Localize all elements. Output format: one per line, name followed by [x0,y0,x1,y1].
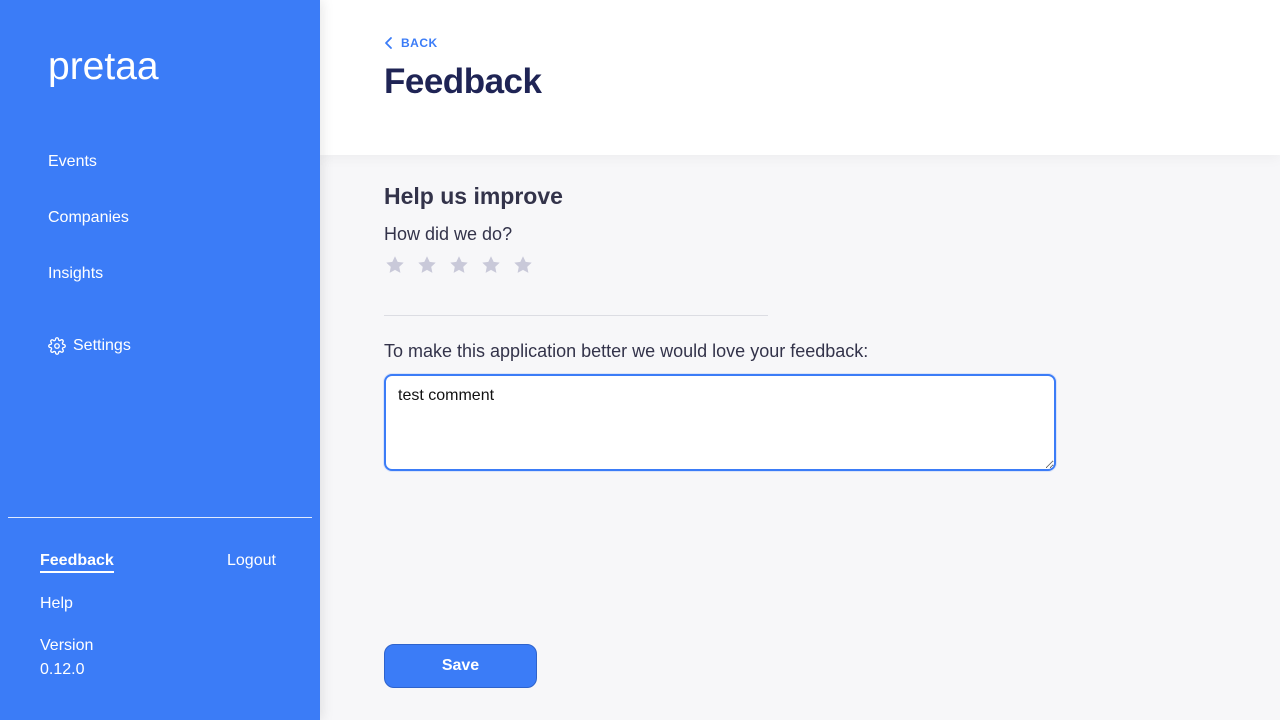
help-link[interactable]: Help [40,595,73,613]
sidebar-item-companies[interactable]: Companies [48,208,129,228]
sidebar-divider [8,517,312,518]
logo-text: pretaa [48,45,159,88]
sidebar: pretaa Events Companies Insights Setting… [0,0,320,720]
save-button[interactable]: Save [384,644,537,688]
page-title: Feedback [384,62,542,101]
footer-feedback-link[interactable]: Feedback [40,552,114,573]
chevron-left-icon [384,36,394,50]
sidebar-item-events[interactable]: Events [48,152,97,172]
page-header: BACK Feedback [320,0,1280,155]
section-title: Help us improve [384,183,563,209]
gear-icon [48,337,66,355]
star-icon[interactable] [448,254,470,276]
star-rating [384,254,544,276]
sidebar-item-settings[interactable]: Settings [48,336,131,356]
back-button[interactable]: BACK [384,36,438,50]
star-icon[interactable] [416,254,438,276]
sidebar-item-insights[interactable]: Insights [48,264,103,284]
star-icon[interactable] [480,254,502,276]
logout-link[interactable]: Logout [227,552,276,570]
version-number: 0.12.0 [40,661,85,678]
back-label: BACK [401,36,438,50]
sidebar-item-label: Settings [73,337,131,354]
star-icon[interactable] [384,254,406,276]
version-info: Version 0.12.0 [40,634,93,682]
comment-label: To make this application better we would… [384,341,869,361]
divider [384,315,768,316]
pretaa-logo[interactable]: pretaa [48,44,172,88]
comment-textarea[interactable] [384,374,1056,471]
star-icon[interactable] [512,254,534,276]
rating-question: How did we do? [384,224,513,244]
version-label: Version [40,637,94,654]
